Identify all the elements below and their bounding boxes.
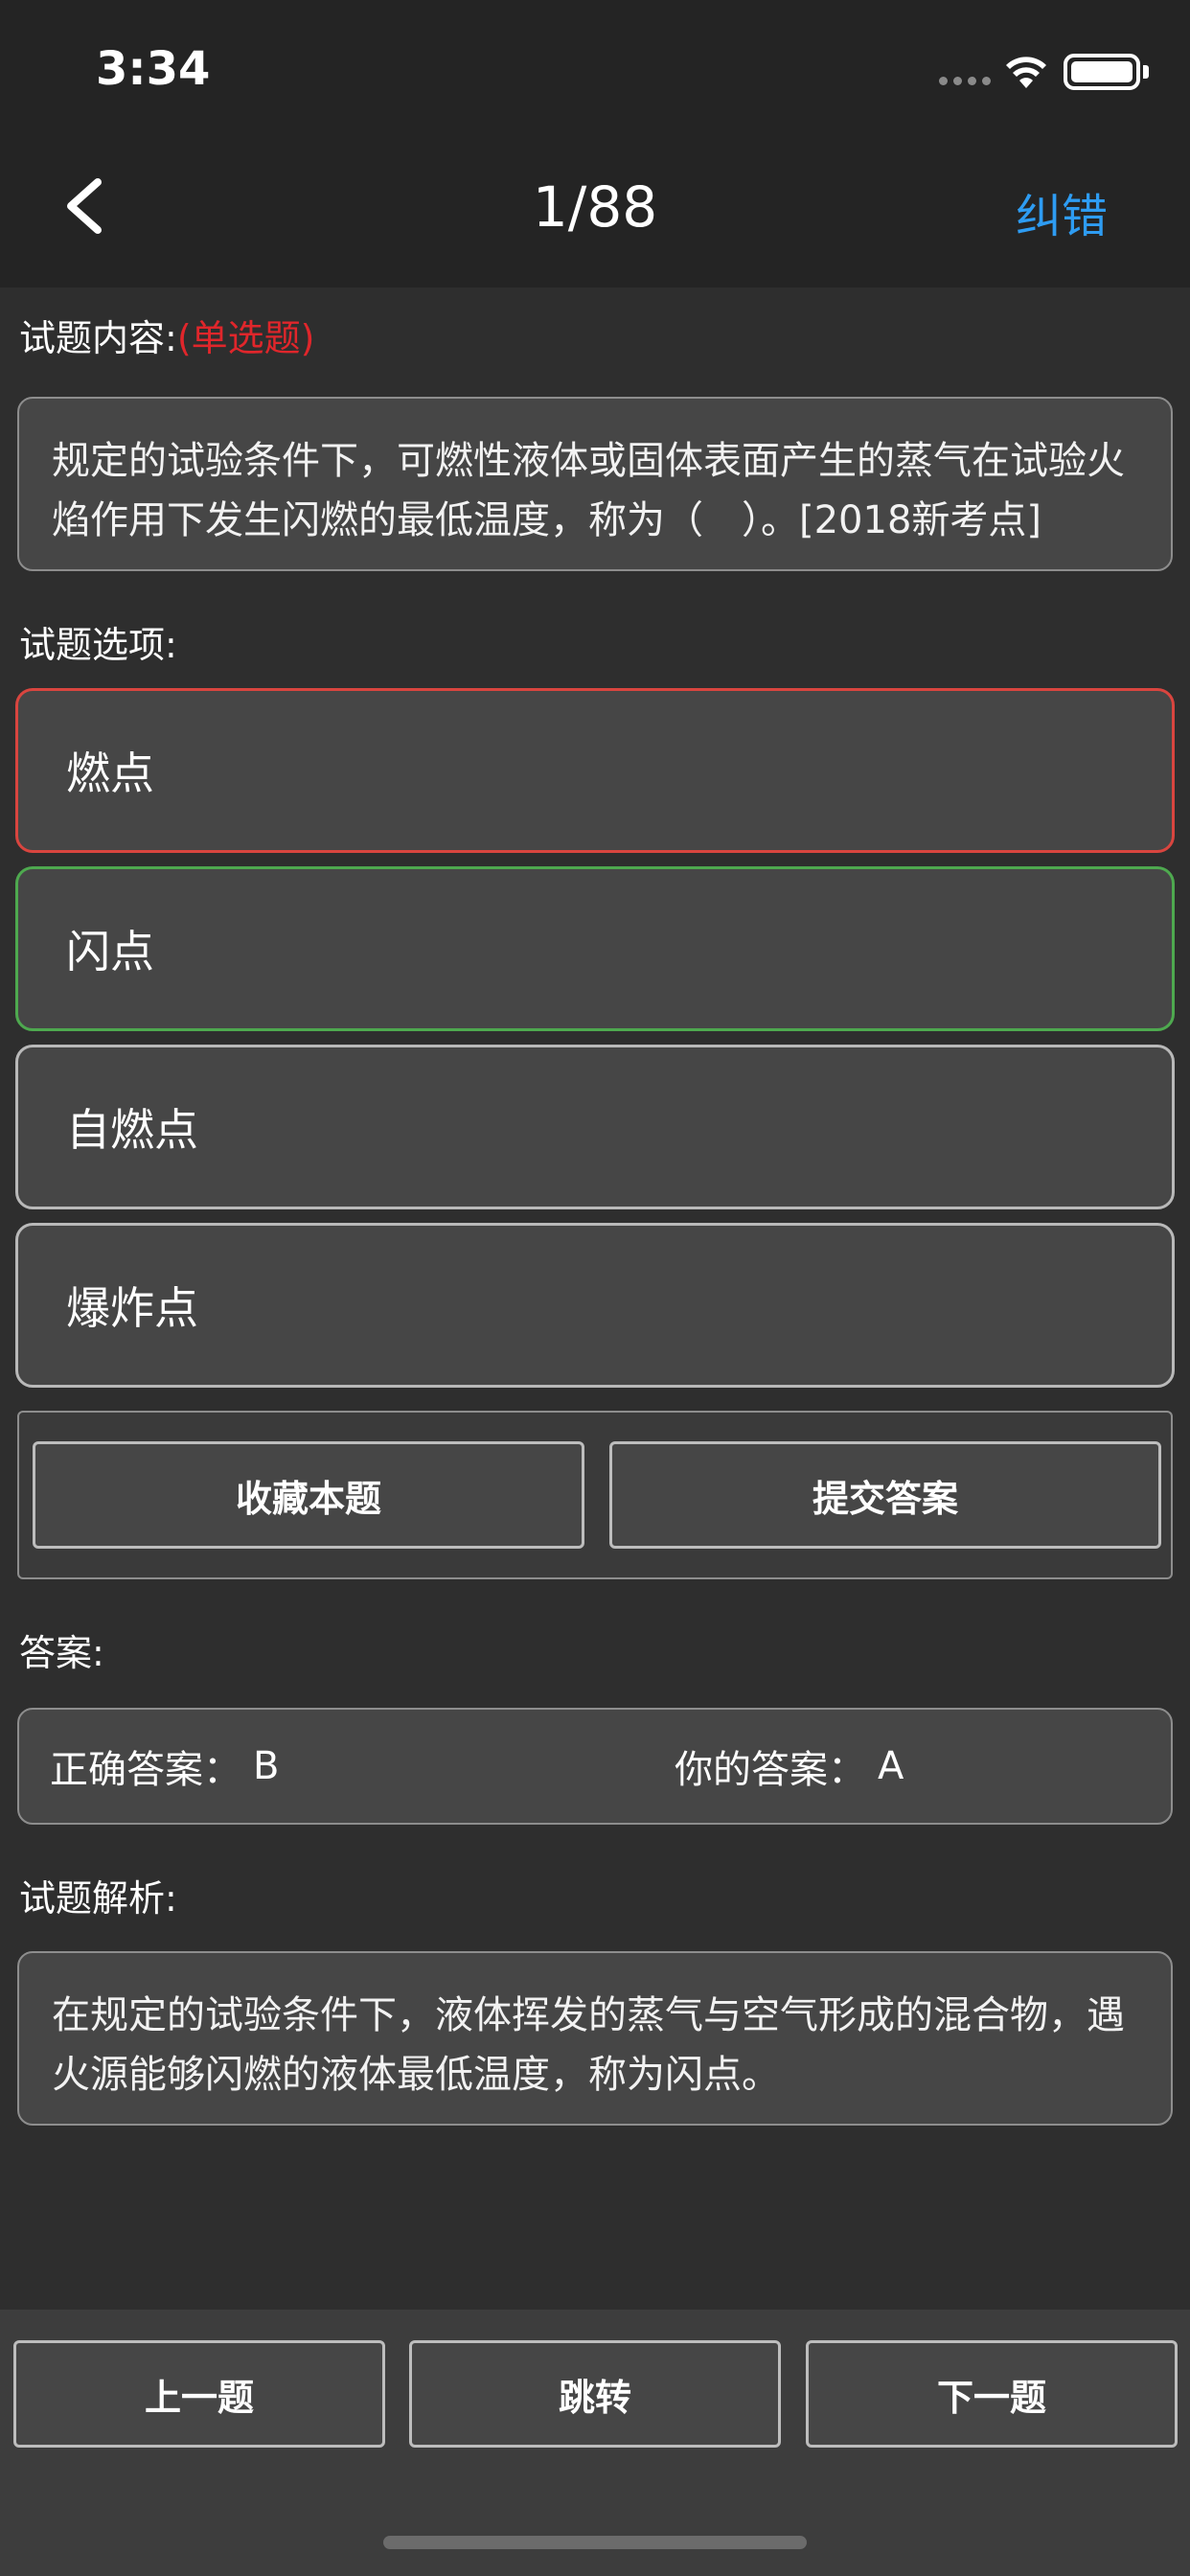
option-a[interactable]: 燃点 — [15, 688, 1175, 853]
correct-answer: 正确答案： B — [50, 1708, 279, 1825]
wifi-icon — [1006, 57, 1046, 88]
options-label: 试题选项: — [19, 624, 177, 666]
correct-answer-value: B — [253, 1744, 280, 1788]
question-label-row: 试题内容:(单选题) — [19, 309, 314, 361]
analysis-text: 在规定的试验条件下，液体挥发的蒸气与空气形成的混合物，遇火源能够闪燃的液体最低温… — [52, 1993, 1125, 2097]
status-time: 3:34 — [96, 42, 211, 96]
option-text: 自燃点 — [66, 1104, 198, 1156]
option-text: 闪点 — [66, 926, 154, 978]
correct-answer-label: 正确答案： — [50, 1748, 241, 1792]
favorite-button[interactable]: 收藏本题 — [33, 1441, 584, 1549]
analysis-label: 试题解析: — [19, 1877, 177, 1920]
your-answer-label: 你的答案： — [675, 1748, 866, 1792]
your-answer: 你的答案： A — [675, 1708, 904, 1825]
answer-label: 答案: — [19, 1632, 104, 1674]
option-d[interactable]: 爆炸点 — [15, 1223, 1175, 1388]
jump-button[interactable]: 跳转 — [409, 2340, 781, 2448]
prev-question-button[interactable]: 上一题 — [13, 2340, 385, 2448]
analysis-card: 在规定的试验条件下，液体挥发的蒸气与空气形成的混合物，遇火源能够闪燃的液体最低温… — [17, 1951, 1173, 2126]
action-panel: 收藏本题 提交答案 — [17, 1411, 1173, 1579]
option-c[interactable]: 自燃点 — [15, 1045, 1175, 1209]
next-question-button[interactable]: 下一题 — [806, 2340, 1178, 2448]
option-b[interactable]: 闪点 — [15, 866, 1175, 1031]
question-type-tag: (单选题) — [176, 317, 315, 359]
battery-cap — [1143, 65, 1149, 79]
exam-question-screen: 3:34 1/88 纠错 试题内容:(单选题) 规定的试验条件下，可燃性液体或固… — [0, 0, 1190, 2576]
question-card: 规定的试验条件下，可燃性液体或固体表面产生的蒸气在试验火焰作用下发生闪燃的最低温… — [17, 397, 1173, 571]
question-text: 规定的试验条件下，可燃性液体或固体表面产生的蒸气在试验火焰作用下发生闪燃的最低温… — [52, 439, 1125, 542]
your-answer-value: A — [878, 1744, 904, 1788]
page-title: 1/88 — [532, 174, 658, 240]
battery-icon — [1064, 54, 1140, 90]
report-error-button[interactable]: 纠错 — [1016, 178, 1108, 245]
option-text: 燃点 — [66, 748, 154, 799]
top-bar: 3:34 1/88 纠错 — [0, 0, 1190, 288]
submit-answer-button[interactable]: 提交答案 — [609, 1441, 1161, 1549]
option-text: 爆炸点 — [66, 1282, 198, 1334]
question-label: 试题内容: — [19, 317, 177, 359]
cellular-signal-icon — [939, 77, 991, 85]
home-indicator[interactable] — [383, 2536, 807, 2549]
